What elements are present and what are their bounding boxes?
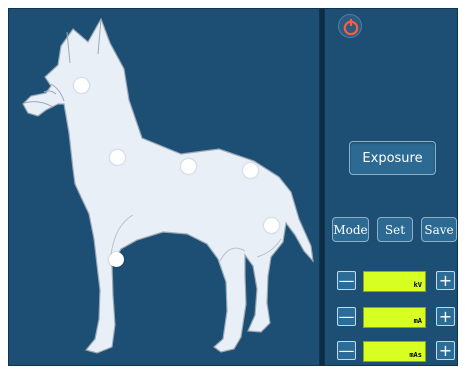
dog-diagram <box>22 17 314 354</box>
ma-decrease-button[interactable]: — <box>337 307 356 326</box>
power-icon <box>343 19 359 36</box>
mas-unit: mAs <box>409 351 422 359</box>
mas-decrease-button[interactable]: — <box>337 341 356 360</box>
top-frame <box>0 0 465 8</box>
ma-unit: mA <box>413 317 422 325</box>
kv-display: kV <box>363 271 426 292</box>
ma-display: mA <box>363 307 426 328</box>
xray-control-app: Exposure Mode Set Save — kV + — mA + — m… <box>0 0 465 372</box>
hotspot-shoulder[interactable] <box>110 150 125 165</box>
mas-display: mAs <box>363 341 426 362</box>
kv-unit: kV <box>413 281 422 289</box>
mas-increase-button[interactable]: + <box>436 341 455 360</box>
mode-button[interactable]: Mode <box>332 217 369 242</box>
dog-silhouette <box>22 17 314 354</box>
hotspot-head[interactable] <box>74 78 89 93</box>
hotspot-front-leg[interactable] <box>109 252 124 267</box>
power-button[interactable] <box>338 14 362 38</box>
hotspot-hip[interactable] <box>243 163 258 178</box>
ma-increase-button[interactable]: + <box>436 307 455 326</box>
kv-decrease-button[interactable]: — <box>337 271 356 290</box>
anatomy-panel <box>8 8 320 366</box>
hotspot-rear-leg[interactable] <box>264 218 279 233</box>
exposure-button[interactable]: Exposure <box>349 141 436 175</box>
save-button[interactable]: Save <box>421 217 457 242</box>
set-button[interactable]: Set <box>377 217 413 242</box>
kv-increase-button[interactable]: + <box>436 271 455 290</box>
hotspot-mid-back[interactable] <box>181 159 196 174</box>
